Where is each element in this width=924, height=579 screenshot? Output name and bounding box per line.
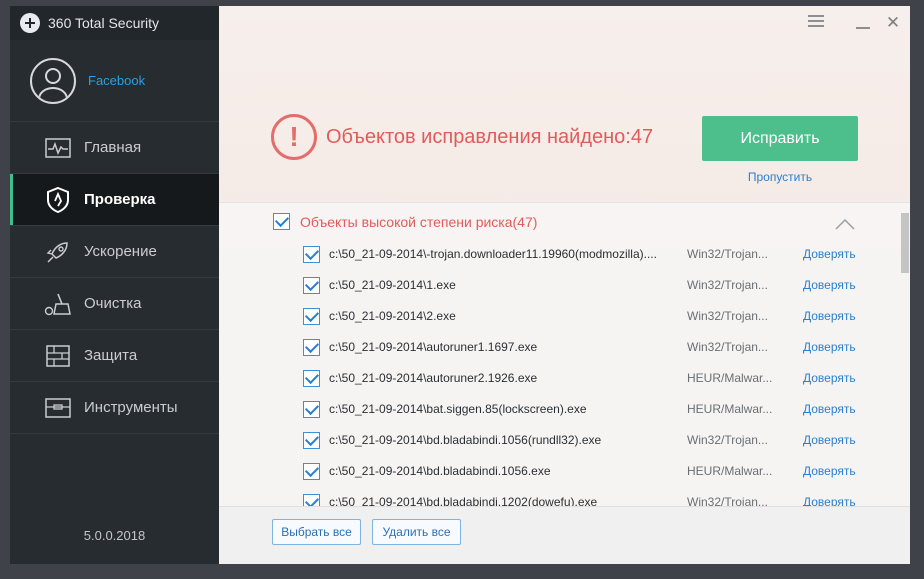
broom-icon bbox=[44, 290, 72, 318]
alert-text: Объектов исправления найдено:47 bbox=[326, 125, 654, 148]
trust-link[interactable]: Доверять bbox=[803, 495, 856, 506]
row-checkbox[interactable] bbox=[303, 245, 320, 263]
threat-type: HEUR/Malwar... bbox=[687, 464, 773, 478]
sidebar-item-tools[interactable]: Инструменты bbox=[10, 382, 219, 434]
table-row: c:\50_21-09-2014\bd.bladabindi.1056.exe … bbox=[303, 460, 863, 482]
table-row: c:\50_21-09-2014\-trojan.downloader11.19… bbox=[303, 243, 863, 265]
row-checkbox[interactable] bbox=[303, 307, 320, 325]
row-checkbox[interactable] bbox=[303, 400, 320, 418]
file-path: c:\50_21-09-2014\bd.bladabindi.1056.exe bbox=[329, 464, 551, 478]
table-row: c:\50_21-09-2014\bd.bladabindi.1056(rund… bbox=[303, 429, 863, 451]
menu-icon[interactable] bbox=[805, 12, 827, 34]
table-row: c:\50_21-09-2014\bat.siggen.85(lockscree… bbox=[303, 398, 863, 420]
threat-type: HEUR/Malwar... bbox=[687, 402, 773, 416]
group-checkbox[interactable] bbox=[273, 213, 290, 230]
group-label: Объекты высокой степени риска(47) bbox=[300, 213, 538, 230]
file-path: c:\50_21-09-2014\bat.siggen.85(lockscree… bbox=[329, 402, 587, 416]
sidebar-item-label: Инструменты bbox=[84, 399, 178, 416]
file-path: c:\50_21-09-2014\-trojan.downloader11.19… bbox=[329, 247, 657, 261]
threat-type: Win32/Trojan... bbox=[687, 278, 768, 292]
trust-link[interactable]: Доверять bbox=[803, 371, 856, 385]
shield-icon bbox=[44, 186, 72, 214]
threat-list: Объекты высокой степени риска(47) c:\50_… bbox=[219, 202, 910, 506]
version-label: 5.0.0.2018 bbox=[83, 528, 146, 543]
profile-section: Facebook bbox=[10, 40, 219, 122]
sidebar: 360 Total Security Facebook Главная Пров… bbox=[10, 6, 219, 564]
row-checkbox[interactable] bbox=[303, 462, 320, 480]
trust-link[interactable]: Доверять bbox=[803, 247, 856, 261]
trust-link[interactable]: Доверять bbox=[803, 402, 856, 416]
row-checkbox[interactable] bbox=[303, 276, 320, 294]
row-checkbox[interactable] bbox=[303, 493, 320, 506]
toolbox-icon bbox=[44, 394, 72, 422]
close-icon[interactable]: ✕ bbox=[882, 12, 904, 34]
sidebar-item-label: Очистка bbox=[84, 295, 142, 312]
threat-type: Win32/Trojan... bbox=[687, 309, 768, 323]
sidebar-item-cleanup[interactable]: Очистка bbox=[10, 278, 219, 330]
trust-link[interactable]: Доверять bbox=[803, 464, 856, 478]
sidebar-item-label: Проверка bbox=[84, 191, 156, 208]
threat-type: Win32/Trojan... bbox=[687, 247, 768, 261]
avatar-icon[interactable] bbox=[30, 57, 76, 104]
app-title: 360 Total Security bbox=[48, 15, 160, 31]
sidebar-item-label: Защита bbox=[84, 347, 138, 364]
chevron-up-icon[interactable] bbox=[835, 217, 855, 230]
group-header: Объекты высокой степени риска(47) bbox=[273, 213, 537, 230]
file-path: c:\50_21-09-2014\1.exe bbox=[329, 278, 456, 292]
table-row: c:\50_21-09-2014\autoruner2.1926.exe HEU… bbox=[303, 367, 863, 389]
file-path: c:\50_21-09-2014\bd.bladabindi.1056(rund… bbox=[329, 433, 602, 447]
sidebar-item-label: Главная bbox=[84, 139, 142, 156]
threat-type: Win32/Trojan... bbox=[687, 433, 768, 447]
row-checkbox[interactable] bbox=[303, 338, 320, 356]
app-logo-icon bbox=[20, 13, 40, 33]
file-path: c:\50_21-09-2014\autoruner2.1926.exe bbox=[329, 371, 538, 385]
minimize-icon[interactable] bbox=[852, 12, 874, 34]
monitor-pulse-icon bbox=[44, 134, 72, 162]
table-row: c:\50_21-09-2014\1.exe Win32/Trojan... Д… bbox=[303, 274, 863, 296]
row-checkbox[interactable] bbox=[303, 369, 320, 387]
scan-result-alert: ! Объектов исправления найдено:47 bbox=[271, 114, 653, 160]
sidebar-item-home[interactable]: Главная bbox=[10, 122, 219, 174]
main-panel: ✕ ! Объектов исправления найдено:47 Испр… bbox=[219, 6, 910, 564]
table-row: c:\50_21-09-2014\autoruner1.1697.exe Win… bbox=[303, 336, 863, 358]
threat-type: Win32/Trojan... bbox=[687, 340, 768, 354]
rocket-icon bbox=[44, 238, 72, 266]
sidebar-item-protection[interactable]: Защита bbox=[10, 330, 219, 382]
file-path: c:\50_21-09-2014\2.exe bbox=[329, 309, 456, 323]
file-path: c:\50_21-09-2014\autoruner1.1697.exe bbox=[329, 340, 538, 354]
threat-type: HEUR/Malwar... bbox=[687, 371, 773, 385]
threat-type: Win32/Trojan... bbox=[687, 495, 768, 506]
window-controls: ✕ bbox=[219, 6, 910, 40]
warning-icon: ! bbox=[271, 114, 317, 160]
trust-link[interactable]: Доверять bbox=[803, 433, 856, 447]
trust-link[interactable]: Доверять bbox=[803, 278, 856, 292]
file-path: c:\50_21-09-2014\bd.bladabindi.1202(dowe… bbox=[329, 495, 598, 506]
delete-all-button[interactable]: Удалить все bbox=[372, 519, 461, 545]
facebook-link[interactable]: Facebook bbox=[88, 73, 145, 88]
row-checkbox[interactable] bbox=[303, 431, 320, 449]
skip-link[interactable]: Пропустить bbox=[702, 170, 858, 184]
scrollbar[interactable] bbox=[901, 213, 909, 273]
title-bar: 360 Total Security bbox=[10, 6, 219, 40]
fix-button[interactable]: Исправить bbox=[702, 116, 858, 161]
trust-link[interactable]: Доверять bbox=[803, 309, 856, 323]
sidebar-item-scan[interactable]: Проверка bbox=[10, 174, 219, 226]
select-all-button[interactable]: Выбрать все bbox=[272, 519, 361, 545]
footer-bar: Выбрать все Удалить все bbox=[219, 506, 910, 564]
table-row: c:\50_21-09-2014\2.exe Win32/Trojan... Д… bbox=[303, 305, 863, 327]
firewall-icon bbox=[44, 342, 72, 370]
sidebar-item-speedup[interactable]: Ускорение bbox=[10, 226, 219, 278]
sidebar-item-label: Ускорение bbox=[84, 243, 157, 260]
trust-link[interactable]: Доверять bbox=[803, 340, 856, 354]
app-window: 360 Total Security Facebook Главная Пров… bbox=[10, 6, 910, 564]
table-row: c:\50_21-09-2014\bd.bladabindi.1202(dowe… bbox=[303, 491, 863, 506]
